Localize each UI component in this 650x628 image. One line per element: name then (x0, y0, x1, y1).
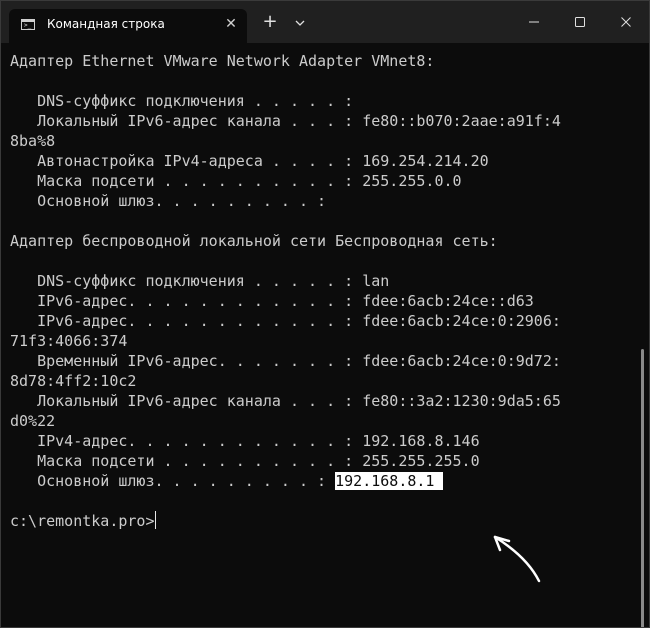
close-button[interactable] (603, 1, 649, 43)
new-tab-button[interactable]: + (259, 11, 281, 33)
tab-command-prompt[interactable]: >_ Командная строка ✕ (9, 9, 247, 43)
gateway-line: Основной шлюз. . . . . . . . . : 192.168… (10, 471, 444, 491)
terminal-line: 8d78:4ff2:10c2 (10, 372, 137, 390)
terminal-line: IPv6-адрес. . . . . . . . . . . . : fdee… (10, 312, 561, 330)
terminal-line: Маска подсети . . . . . . . . . . : 255.… (10, 452, 480, 470)
maximize-button[interactable] (557, 1, 603, 43)
terminal-line: Локальный IPv6-адрес канала . . . : fe80… (10, 392, 561, 410)
terminal-line: Маска подсети . . . . . . . . . . : 255.… (10, 172, 462, 190)
minimize-icon (529, 21, 539, 23)
terminal-line: Адаптер Ethernet VMware Network Adapter … (10, 52, 435, 70)
terminal-line: IPv4-адрес. . . . . . . . . . . . : 192.… (10, 432, 480, 450)
chevron-down-icon[interactable] (289, 12, 311, 34)
terminal-line: Локальный IPv6-адрес канала . . . : fe80… (10, 112, 561, 130)
cmd-icon: >_ (21, 19, 35, 30)
command-prompt: c:\remontka.pro> (10, 512, 155, 530)
terminal-output[interactable]: Адаптер Ethernet VMware Network Adapter … (1, 43, 649, 627)
terminal-line: IPv6-адрес. . . . . . . . . . . . : fdee… (10, 292, 534, 310)
maximize-icon (575, 17, 585, 27)
terminal-line: Основной шлюз. . . . . . . . . : (10, 192, 327, 210)
close-icon (621, 17, 631, 27)
terminal-line: DNS-суффикс подключения . . . . . : lan (10, 272, 390, 290)
gateway-value-highlight: 192.168.8.1 (335, 472, 444, 490)
terminal-line: 8ba%8 (10, 132, 56, 150)
terminal-line: Автонастройка IPv4-адреса . . . . : 169.… (10, 152, 489, 170)
terminal-line: d0%22 (10, 412, 56, 430)
terminal-line: Временный IPv6-адрес. . . . . . . : fdee… (10, 352, 561, 370)
prompt-line[interactable]: c:\remontka.pro> (10, 511, 156, 531)
terminal-line: Адаптер беспроводной локальной сети Бесп… (10, 232, 498, 250)
minimize-button[interactable] (511, 1, 557, 43)
text-cursor (154, 511, 156, 529)
tab-title: Командная строка (47, 17, 165, 31)
terminal-line: DNS-суффикс подключения . . . . . : (10, 92, 354, 110)
terminal-line: 71f3:4066:374 (10, 332, 128, 350)
title-bar[interactable]: >_ Командная строка ✕ + (1, 1, 649, 43)
gateway-label: Основной шлюз. . . . . . . . . : (10, 472, 336, 490)
scrollbar[interactable] (641, 349, 644, 627)
close-tab-icon[interactable]: ✕ (223, 16, 239, 32)
annotation-arrow-icon (493, 535, 541, 583)
terminal-window: >_ Командная строка ✕ + Адаптер Ethernet… (0, 0, 650, 628)
